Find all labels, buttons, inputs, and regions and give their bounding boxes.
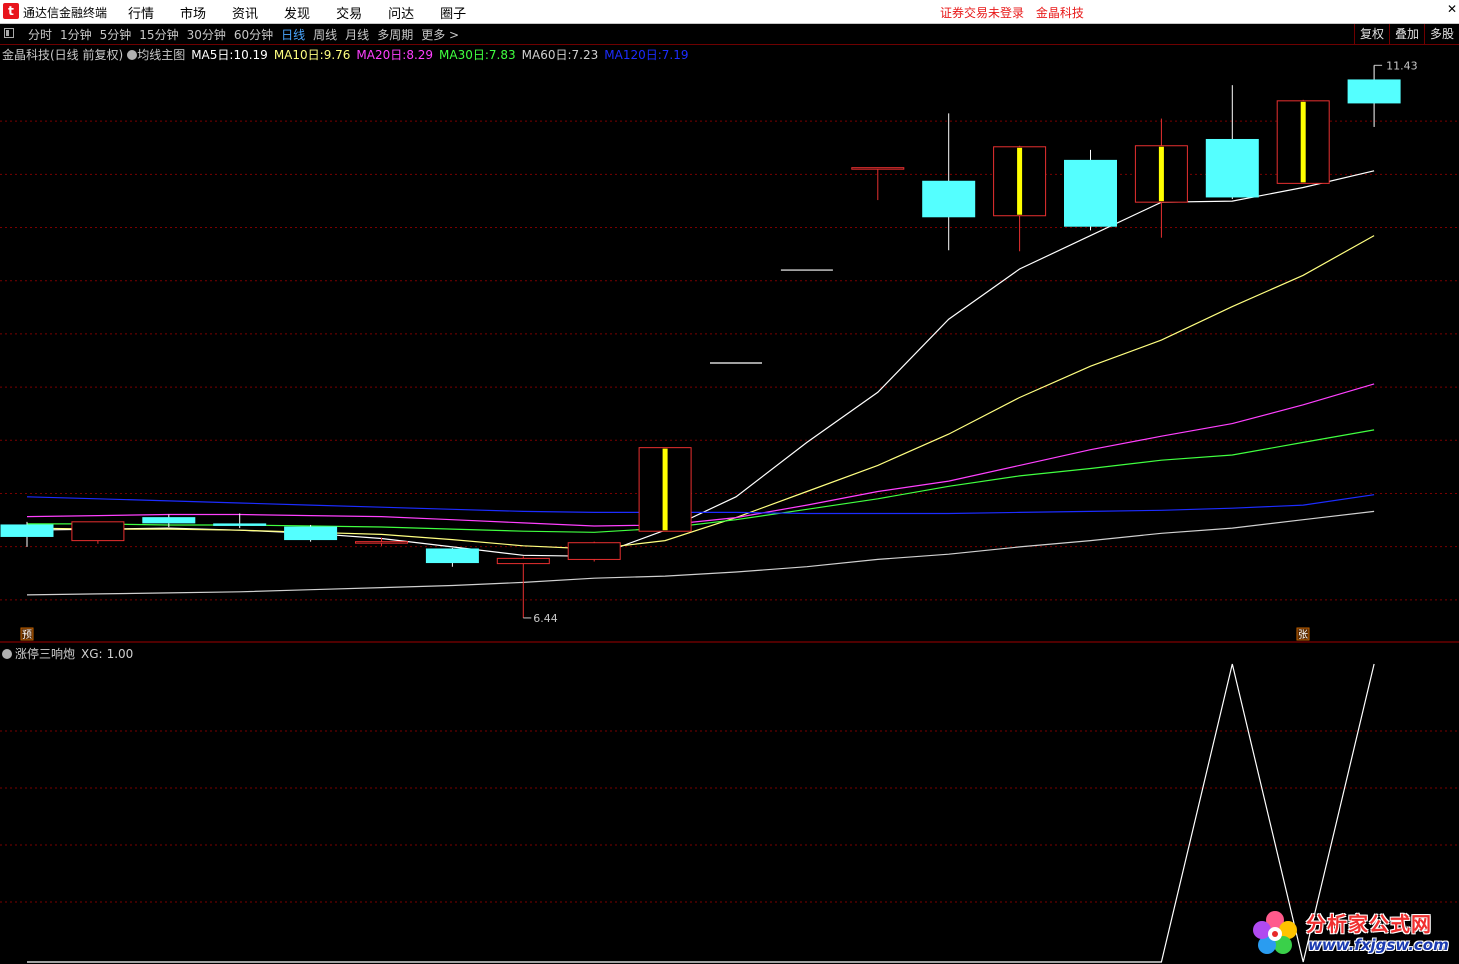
indicator-toggle-icon[interactable] (127, 50, 138, 60)
current-stock-name: 金晶科技 (1035, 6, 1084, 20)
candle-body-up (71, 521, 125, 542)
menu-item-wenda[interactable]: 问达 (388, 3, 414, 22)
candle-body-down (1064, 159, 1117, 227)
limit-up-bar (1300, 101, 1306, 183)
limit-up-bar (1017, 147, 1023, 215)
tab-intraday[interactable]: 分时 (28, 26, 52, 43)
flower-logo-icon (1253, 911, 1297, 954)
menu-item-circle[interactable]: 圈子 (440, 3, 466, 22)
ma10-value: 9.76 (323, 48, 351, 62)
ma5-label: MA5日: (191, 48, 234, 62)
sub-indicator-name: 涨停三响炮 (15, 647, 76, 661)
menu-bar: t 通达信金融终端 行情 市场 资讯 发现 交易 问达 圈子 证券交易未登录 金… (0, 0, 1459, 24)
ma5-value: 10.19 (233, 48, 268, 62)
ma-line-MA120日 (26, 494, 1375, 515)
ma-line-MA20日 (26, 383, 1375, 527)
candle-body-up (496, 557, 550, 565)
limit-tag: 张 (1298, 629, 1308, 641)
menu-item-discover[interactable]: 发现 (284, 3, 310, 22)
menu-item-news[interactable]: 资讯 (232, 3, 258, 22)
tab-30min[interactable]: 30分钟 (187, 26, 226, 43)
limit-up-bar (662, 448, 668, 531)
candle-body-down (213, 523, 267, 526)
tab-5min[interactable]: 5分钟 (100, 26, 132, 43)
candle-body-up (567, 542, 621, 560)
overlay-button[interactable]: 叠加 (1388, 24, 1424, 44)
sub-indicator-toggle-icon[interactable] (2, 649, 12, 659)
candle-body-down (142, 517, 196, 524)
ma30-value: 7.83 (488, 48, 516, 62)
xg-value: 1.00 (106, 647, 134, 661)
period-toolbar: 分时 1分钟 5分钟 15分钟 30分钟 60分钟 日线 周线 月线 多周期 更… (0, 24, 1459, 45)
ma-line-MA10日 (26, 235, 1375, 550)
tab-weekly[interactable]: 周线 (313, 26, 337, 43)
candle-body-down (1205, 138, 1259, 198)
login-status[interactable]: 证券交易未登录 (940, 6, 1024, 20)
tab-15min[interactable]: 15分钟 (139, 26, 178, 43)
ma-line-MA30日 (27, 429, 1375, 533)
tab-more[interactable]: 更多 > (421, 26, 459, 43)
multi-stock-button[interactable]: 多股 (1423, 24, 1459, 44)
candle-body-down (922, 180, 976, 218)
candle-body-up (851, 167, 905, 170)
app-name: 通达信金融终端 (23, 6, 108, 20)
candle-body-up (355, 541, 408, 544)
ma20-label: MA20日: (356, 48, 407, 62)
status-area: 证券交易未登录 金晶科技 (940, 4, 1092, 21)
period-tabs: 分时 1分钟 5分钟 15分钟 30分钟 60分钟 日线 周线 月线 多周期 更… (28, 26, 467, 43)
ma120-value: 7.19 (661, 48, 689, 62)
tab-1min[interactable]: 1分钟 (60, 26, 92, 43)
indicator-name: 均线主图 (137, 48, 186, 62)
tab-monthly[interactable]: 月线 (345, 26, 369, 43)
watermark: 分析家公式网 www.fxjgsw.com (1250, 906, 1450, 958)
xg-label: XG: (81, 647, 103, 661)
xg-line (27, 663, 1375, 963)
watermark-title: 分析家公式网 (1306, 912, 1432, 936)
sub-chart-legend: 涨停三响炮 XG: 1.00 (2, 645, 133, 662)
menu-item-markets[interactable]: 市场 (180, 3, 206, 22)
tab-60min[interactable]: 60分钟 (234, 26, 273, 43)
app-logo-icon: t (3, 3, 19, 19)
limit-up-bar (1158, 146, 1164, 202)
tab-daily[interactable]: 日线 (281, 26, 305, 43)
chart-area[interactable]: 6.44 11.43 预 张 (0, 44, 1459, 964)
ma-line-MA5日 (26, 170, 1375, 557)
start-tag: 预 (22, 629, 32, 641)
candle-body-down (425, 548, 479, 564)
ma30-label: MA30日: (439, 48, 489, 62)
candle-body-down (1347, 79, 1401, 104)
high-price-label: 11.43 (1386, 59, 1418, 72)
ma120-label: MA120日: (604, 48, 662, 62)
stock-title: 金晶科技(日线 前复权) (2, 48, 124, 62)
watermark-url: www.fxjgsw.com (1308, 936, 1449, 954)
menu-item-market[interactable]: 行情 (128, 3, 154, 22)
menu-item-trade[interactable]: 交易 (336, 3, 362, 22)
ma10-label: MA10日: (273, 48, 324, 62)
close-icon[interactable]: ✕ (1447, 2, 1457, 16)
ma20-value: 8.29 (406, 48, 434, 62)
candle-body-down (0, 524, 54, 537)
adjust-button[interactable]: 复权 (1353, 24, 1389, 44)
ma60-label: MA60日: (521, 48, 572, 62)
low-price-label: 6.44 (533, 612, 558, 625)
panel-toggle-icon[interactable] (4, 28, 14, 38)
ma60-value: 7.23 (571, 48, 599, 62)
tab-multi-period[interactable]: 多周期 (377, 26, 413, 43)
chart-options: 复权 叠加 多股 (1353, 24, 1459, 44)
main-chart-legend: 金晶科技(日线 前复权) 均线主图 MA5日:10.19 MA10日:9.76 MA20… (2, 46, 688, 62)
main-menu: 行情 市场 资讯 发现 交易 问达 圈子 (128, 3, 492, 22)
candle-body-down (284, 526, 338, 541)
